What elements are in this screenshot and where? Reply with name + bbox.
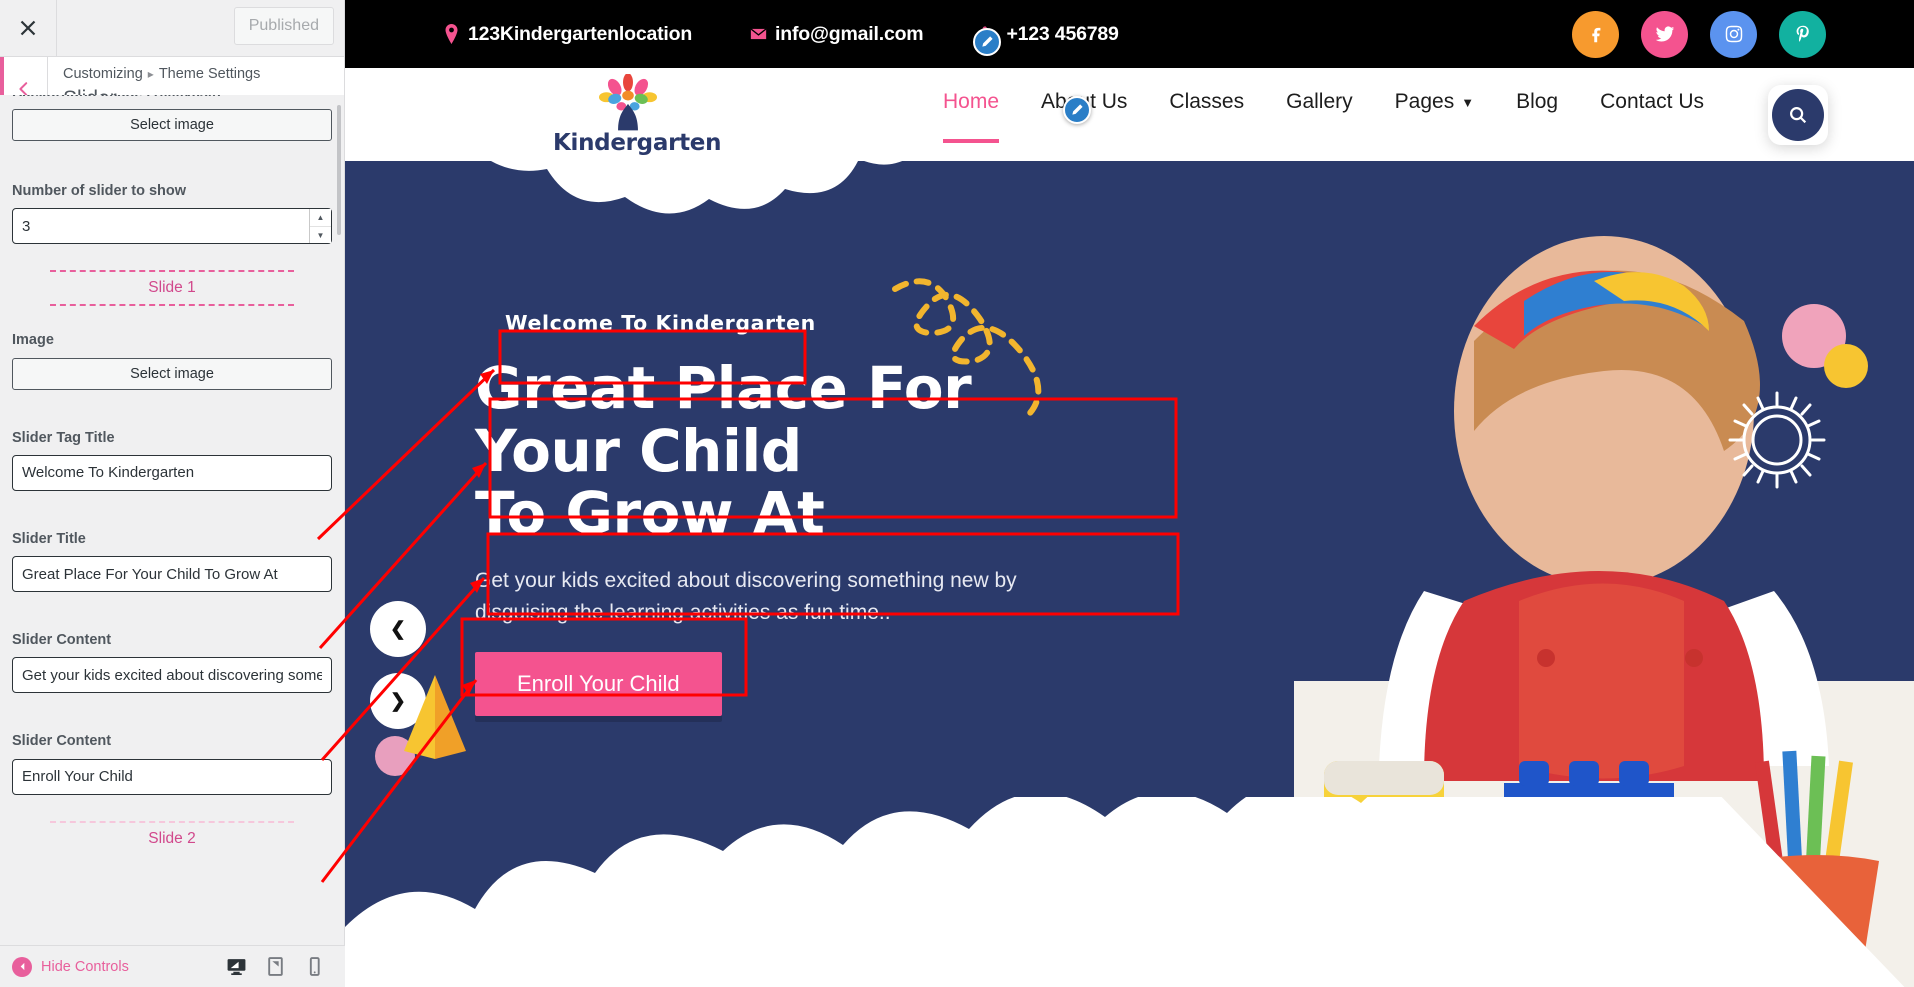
control-number-of-slides: Number of slider to show ▲ ▼ bbox=[12, 181, 332, 245]
site-navbar: Kindergarten Home About Us Classes Galle… bbox=[345, 68, 1914, 161]
hide-controls-button[interactable]: Hide Controls bbox=[0, 956, 129, 977]
phone-item[interactable]: +123 456789 bbox=[981, 22, 1119, 46]
edit-pencil-icon-topbar[interactable] bbox=[973, 28, 1001, 56]
site-topbar: 123Kindergartenlocation info@gmail.com +… bbox=[345, 0, 1914, 68]
location-pin-icon bbox=[443, 24, 460, 44]
customizer-controls: Background Image (1000x650) Select image… bbox=[0, 95, 344, 945]
published-button[interactable]: Published bbox=[233, 7, 334, 45]
control-slider-button: Slider Content bbox=[12, 731, 332, 795]
tablet-icon[interactable] bbox=[265, 956, 286, 977]
menu-item-blog[interactable]: Blog bbox=[1516, 90, 1558, 134]
email-label: info@gmail.com bbox=[775, 22, 924, 45]
menu-item-contact-us[interactable]: Contact Us bbox=[1600, 90, 1704, 134]
menu-item-classes[interactable]: Classes bbox=[1169, 90, 1244, 134]
envelope-icon bbox=[750, 24, 767, 44]
cone-decoration bbox=[404, 675, 466, 759]
slide-1-label: Slide 1 bbox=[148, 279, 196, 297]
contact-info-group: 123Kindergartenlocation info@gmail.com +… bbox=[443, 23, 1119, 46]
image-label: Image bbox=[12, 332, 54, 349]
search-icon bbox=[1772, 89, 1824, 141]
cloud-decoration-bottom bbox=[345, 797, 1905, 987]
slider-title-label: Slider Title bbox=[12, 530, 86, 547]
menu-label: Home bbox=[943, 90, 1000, 113]
collapse-arrow-icon bbox=[12, 956, 32, 977]
slider-content-input[interactable] bbox=[12, 657, 332, 694]
sidebar-scrollbar[interactable] bbox=[337, 105, 341, 235]
control-slider-tag-title: Slider Tag Title bbox=[12, 428, 332, 491]
brand-logo[interactable]: Kindergarten bbox=[553, 73, 722, 156]
brand-name: Kindergarten bbox=[553, 130, 722, 156]
menu-label: Gallery bbox=[1286, 90, 1353, 113]
slider-tag-title-label: Slider Tag Title bbox=[12, 429, 115, 446]
breadcrumb-parent[interactable]: Theme Settings bbox=[159, 66, 261, 82]
phone-label: +123 456789 bbox=[1006, 22, 1119, 45]
screen-root: Published Customizing ▸ Theme Settings Sli… bbox=[0, 0, 1914, 987]
mobile-icon[interactable] bbox=[304, 956, 325, 977]
slider-title-input[interactable] bbox=[12, 556, 332, 593]
enroll-your-child-button[interactable]: Enroll Your Child bbox=[475, 651, 722, 716]
instagram-icon[interactable] bbox=[1710, 10, 1757, 58]
slider-tag-title-input[interactable] bbox=[12, 454, 332, 491]
slide-2-label: Slide 2 bbox=[148, 829, 196, 847]
main-menu: Home About Us Classes Gallery Pages▼ Blo… bbox=[943, 90, 1704, 143]
hero-description: Get your kids excited about discovering … bbox=[475, 568, 1017, 625]
number-stepper[interactable]: ▲ ▼ bbox=[309, 209, 331, 244]
customizer-footer: Hide Controls bbox=[0, 945, 345, 987]
customizer-topbar: Published bbox=[0, 0, 344, 57]
menu-label: Classes bbox=[1169, 90, 1245, 113]
hero-slider: ❮ ❯ Welcome To Kindergarten Great Place … bbox=[345, 161, 1914, 987]
desktop-icon[interactable] bbox=[226, 956, 247, 977]
wordpress-customizer-panel: Published Customizing ▸ Theme Settings Sli… bbox=[0, 0, 345, 987]
stepper-up-icon[interactable]: ▲ bbox=[310, 209, 331, 227]
background-image-label: Background Image (1000x650) bbox=[12, 95, 221, 96]
email-item[interactable]: info@gmail.com bbox=[750, 22, 924, 46]
search-button[interactable] bbox=[1768, 85, 1828, 145]
control-slider-content: Slider Content bbox=[12, 630, 332, 694]
address-label: 123Kindergartenlocation bbox=[468, 22, 693, 45]
menu-label: Contact Us bbox=[1600, 90, 1704, 113]
edit-pencil-icon-menu[interactable] bbox=[1063, 96, 1091, 124]
close-icon[interactable] bbox=[0, 0, 57, 56]
control-background-image: Select image bbox=[12, 109, 332, 141]
site-preview: 123Kindergartenlocation info@gmail.com +… bbox=[345, 0, 1914, 987]
menu-item-pages[interactable]: Pages ▼ bbox=[1395, 90, 1474, 134]
chevron-down-icon: ▼ bbox=[1461, 94, 1475, 110]
twitter-icon[interactable] bbox=[1641, 10, 1688, 58]
social-links bbox=[1572, 10, 1826, 58]
slide-1-separator: Slide 1 bbox=[12, 270, 332, 307]
hero-title-line-2: To Grow At bbox=[475, 479, 825, 548]
facebook-icon[interactable] bbox=[1572, 10, 1619, 58]
menu-item-gallery[interactable]: Gallery bbox=[1286, 90, 1353, 134]
breadcrumb-root[interactable]: Customizing bbox=[63, 66, 143, 82]
color-tree-logo-icon bbox=[553, 73, 703, 131]
select-background-image-button[interactable]: Select image bbox=[12, 109, 332, 141]
hide-controls-label: Hide Controls bbox=[41, 958, 129, 975]
device-preview-switcher bbox=[226, 956, 345, 977]
menu-label: Blog bbox=[1516, 90, 1559, 113]
stepper-down-icon[interactable]: ▼ bbox=[310, 227, 331, 244]
breadcrumb: Customizing ▸ Theme Settings bbox=[63, 65, 260, 85]
dashed-path-decoration bbox=[892, 278, 1042, 416]
cloud-decoration-top bbox=[491, 161, 902, 214]
number-of-slides-input[interactable] bbox=[12, 208, 332, 245]
number-of-slides-label: Number of slider to show bbox=[12, 183, 187, 199]
slider-prev-button[interactable]: ❮ bbox=[370, 601, 426, 657]
menu-label: Pages bbox=[1394, 90, 1455, 113]
slide-divider-bottom bbox=[50, 304, 294, 307]
slider-button-input[interactable] bbox=[12, 758, 332, 795]
address-item[interactable]: 123Kindergartenlocation bbox=[443, 23, 692, 46]
control-slide-image: Image Select image bbox=[12, 330, 332, 390]
slider-content-label: Slider Content bbox=[12, 632, 112, 649]
control-slider-title: Slider Title bbox=[12, 529, 332, 593]
slider-button-label: Slider Content bbox=[12, 733, 112, 750]
slide-2-separator: Slide 2 bbox=[12, 820, 332, 855]
select-image-button[interactable]: Select image bbox=[12, 357, 332, 390]
sun-decoration bbox=[1728, 391, 1826, 489]
pinterest-icon[interactable] bbox=[1779, 10, 1826, 58]
breadcrumb-separator: ▸ bbox=[147, 67, 154, 82]
menu-item-home[interactable]: Home bbox=[943, 90, 1000, 143]
